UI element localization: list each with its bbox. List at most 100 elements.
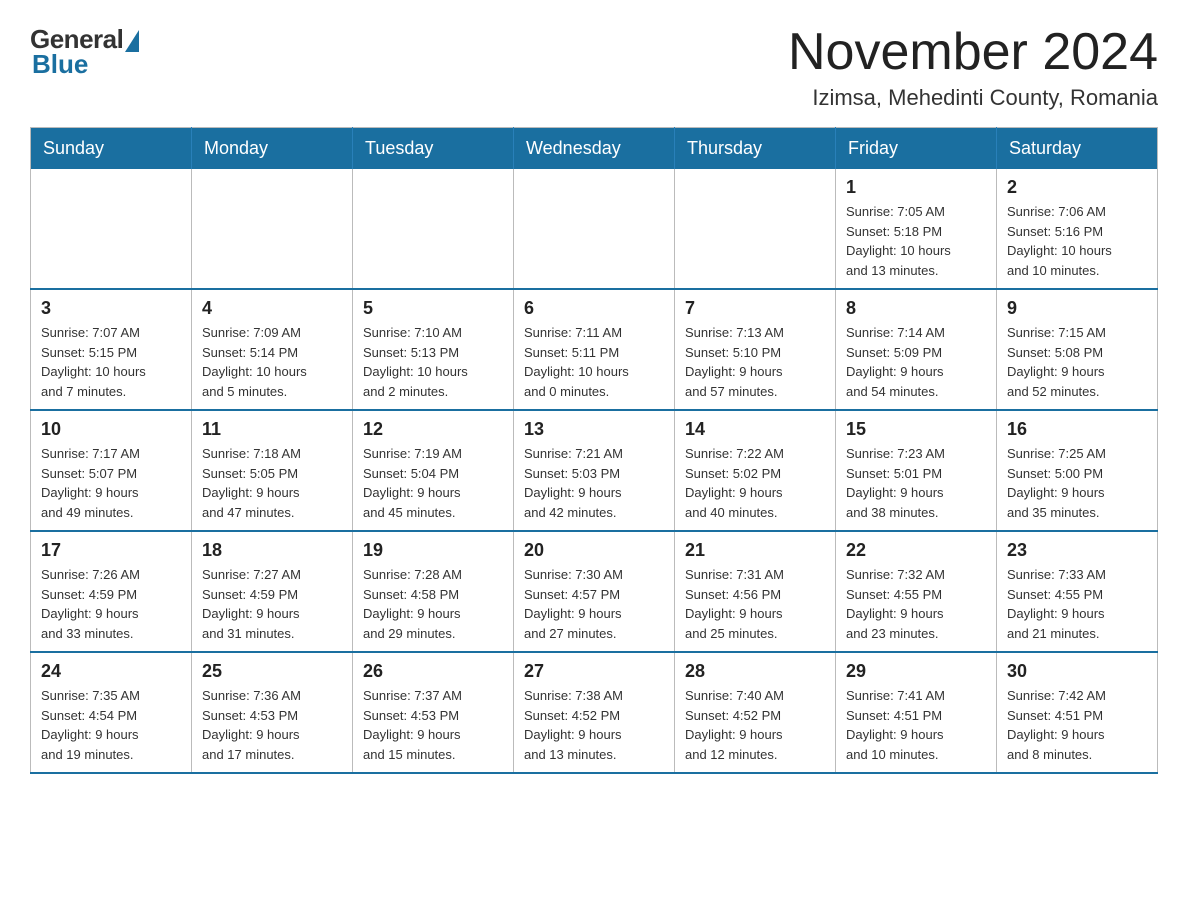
day-info: Sunrise: 7:19 AMSunset: 5:04 PMDaylight:… <box>363 444 503 522</box>
weekday-header-thursday: Thursday <box>675 128 836 170</box>
weekday-header-wednesday: Wednesday <box>514 128 675 170</box>
day-info: Sunrise: 7:31 AMSunset: 4:56 PMDaylight:… <box>685 565 825 643</box>
day-number: 30 <box>1007 661 1147 682</box>
day-number: 10 <box>41 419 181 440</box>
calendar-cell: 27 Sunrise: 7:38 AMSunset: 4:52 PMDayligh… <box>514 652 675 773</box>
calendar-cell: 18Sunrise: 7:27 AMSunset: 4:59 PMDayligh… <box>192 531 353 652</box>
day-number: 1 <box>846 177 986 198</box>
day-number: 15 <box>846 419 986 440</box>
day-info: Sunrise: 7:22 AMSunset: 5:02 PMDaylight:… <box>685 444 825 522</box>
calendar-cell: 11Sunrise: 7:18 AMSunset: 5:05 PMDayligh… <box>192 410 353 531</box>
day-number: 28 <box>685 661 825 682</box>
day-number: 22 <box>846 540 986 561</box>
day-number: 20 <box>524 540 664 561</box>
title-area: November 2024 Izimsa, Mehedinti County, … <box>788 24 1158 111</box>
calendar-cell: 17 Sunrise: 7:26 AMSunset: 4:59 PMDayligh… <box>31 531 192 652</box>
day-info: Sunrise: 7:13 AMSunset: 5:10 PMDaylight:… <box>685 323 825 401</box>
calendar-cell: 22 Sunrise: 7:32 AMSunset: 4:55 PMDayligh… <box>836 531 997 652</box>
calendar-cell: 13 Sunrise: 7:21 AMSunset: 5:03 PMDayligh… <box>514 410 675 531</box>
day-number: 12 <box>363 419 503 440</box>
calendar-cell: 4 Sunrise: 7:09 AMSunset: 5:14 PMDaylight… <box>192 289 353 410</box>
day-info: Sunrise: 7:25 AMSunset: 5:00 PMDaylight:… <box>1007 444 1147 522</box>
calendar-cell: 30 Sunrise: 7:42 AMSunset: 4:51 PMDayligh… <box>997 652 1158 773</box>
page-header: General Blue November 2024 Izimsa, Mehed… <box>30 24 1158 111</box>
day-number: 13 <box>524 419 664 440</box>
day-number: 3 <box>41 298 181 319</box>
calendar-week-1: 1Sunrise: 7:05 AMSunset: 5:18 PMDaylight… <box>31 169 1158 289</box>
day-info: Sunrise: 7:38 AMSunset: 4:52 PMDaylight:… <box>524 686 664 764</box>
day-info: Sunrise: 7:15 AMSunset: 5:08 PMDaylight:… <box>1007 323 1147 401</box>
day-info: Sunrise: 7:41 AMSunset: 4:51 PMDaylight:… <box>846 686 986 764</box>
day-number: 23 <box>1007 540 1147 561</box>
calendar-cell: 7 Sunrise: 7:13 AMSunset: 5:10 PMDaylight… <box>675 289 836 410</box>
calendar-cell: 23 Sunrise: 7:33 AMSunset: 4:55 PMDayligh… <box>997 531 1158 652</box>
day-number: 4 <box>202 298 342 319</box>
day-number: 11 <box>202 419 342 440</box>
day-info: Sunrise: 7:40 AMSunset: 4:52 PMDaylight:… <box>685 686 825 764</box>
day-info: Sunrise: 7:17 AMSunset: 5:07 PMDaylight:… <box>41 444 181 522</box>
calendar-cell: 21 Sunrise: 7:31 AMSunset: 4:56 PMDayligh… <box>675 531 836 652</box>
calendar-cell: 9Sunrise: 7:15 AMSunset: 5:08 PMDaylight… <box>997 289 1158 410</box>
day-info: Sunrise: 7:32 AMSunset: 4:55 PMDaylight:… <box>846 565 986 643</box>
calendar-week-2: 3 Sunrise: 7:07 AMSunset: 5:15 PMDaylight… <box>31 289 1158 410</box>
logo: General Blue <box>30 24 139 80</box>
calendar-table: SundayMondayTuesdayWednesdayThursdayFrid… <box>30 127 1158 774</box>
month-title: November 2024 <box>788 24 1158 81</box>
calendar-cell: 20 Sunrise: 7:30 AMSunset: 4:57 PMDayligh… <box>514 531 675 652</box>
day-number: 26 <box>363 661 503 682</box>
weekday-header-friday: Friday <box>836 128 997 170</box>
day-info: Sunrise: 7:10 AMSunset: 5:13 PMDaylight:… <box>363 323 503 401</box>
calendar-week-3: 10 Sunrise: 7:17 AMSunset: 5:07 PMDayligh… <box>31 410 1158 531</box>
day-info: Sunrise: 7:37 AMSunset: 4:53 PMDaylight:… <box>363 686 503 764</box>
weekday-header-tuesday: Tuesday <box>353 128 514 170</box>
calendar-cell: 10 Sunrise: 7:17 AMSunset: 5:07 PMDayligh… <box>31 410 192 531</box>
day-info: Sunrise: 7:42 AMSunset: 4:51 PMDaylight:… <box>1007 686 1147 764</box>
calendar-cell: 5Sunrise: 7:10 AMSunset: 5:13 PMDaylight… <box>353 289 514 410</box>
day-number: 17 <box>41 540 181 561</box>
calendar-week-4: 17 Sunrise: 7:26 AMSunset: 4:59 PMDayligh… <box>31 531 1158 652</box>
weekday-header-saturday: Saturday <box>997 128 1158 170</box>
day-info: Sunrise: 7:14 AMSunset: 5:09 PMDaylight:… <box>846 323 986 401</box>
calendar-cell: 14 Sunrise: 7:22 AMSunset: 5:02 PMDayligh… <box>675 410 836 531</box>
day-number: 16 <box>1007 419 1147 440</box>
day-info: Sunrise: 7:09 AMSunset: 5:14 PMDaylight:… <box>202 323 342 401</box>
calendar-cell: 24 Sunrise: 7:35 AMSunset: 4:54 PMDayligh… <box>31 652 192 773</box>
day-info: Sunrise: 7:27 AMSunset: 4:59 PMDaylight:… <box>202 565 342 643</box>
day-info: Sunrise: 7:06 AMSunset: 5:16 PMDaylight:… <box>1007 202 1147 280</box>
calendar-cell: 2 Sunrise: 7:06 AMSunset: 5:16 PMDaylight… <box>997 169 1158 289</box>
day-info: Sunrise: 7:23 AMSunset: 5:01 PMDaylight:… <box>846 444 986 522</box>
calendar-cell <box>353 169 514 289</box>
day-info: Sunrise: 7:21 AMSunset: 5:03 PMDaylight:… <box>524 444 664 522</box>
weekday-header-monday: Monday <box>192 128 353 170</box>
day-number: 19 <box>363 540 503 561</box>
day-number: 6 <box>524 298 664 319</box>
day-info: Sunrise: 7:35 AMSunset: 4:54 PMDaylight:… <box>41 686 181 764</box>
calendar-cell: 29Sunrise: 7:41 AMSunset: 4:51 PMDayligh… <box>836 652 997 773</box>
calendar-cell: 8Sunrise: 7:14 AMSunset: 5:09 PMDaylight… <box>836 289 997 410</box>
day-info: Sunrise: 7:11 AMSunset: 5:11 PMDaylight:… <box>524 323 664 401</box>
calendar-cell <box>31 169 192 289</box>
day-info: Sunrise: 7:28 AMSunset: 4:58 PMDaylight:… <box>363 565 503 643</box>
logo-blue-text: Blue <box>32 49 88 80</box>
day-number: 24 <box>41 661 181 682</box>
calendar-cell: 3 Sunrise: 7:07 AMSunset: 5:15 PMDaylight… <box>31 289 192 410</box>
day-number: 2 <box>1007 177 1147 198</box>
day-number: 7 <box>685 298 825 319</box>
calendar-cell <box>514 169 675 289</box>
calendar-cell: 6 Sunrise: 7:11 AMSunset: 5:11 PMDaylight… <box>514 289 675 410</box>
day-number: 27 <box>524 661 664 682</box>
calendar-cell: 15 Sunrise: 7:23 AMSunset: 5:01 PMDayligh… <box>836 410 997 531</box>
calendar-cell: 28 Sunrise: 7:40 AMSunset: 4:52 PMDayligh… <box>675 652 836 773</box>
day-info: Sunrise: 7:26 AMSunset: 4:59 PMDaylight:… <box>41 565 181 643</box>
calendar-cell <box>675 169 836 289</box>
day-info: Sunrise: 7:30 AMSunset: 4:57 PMDaylight:… <box>524 565 664 643</box>
day-number: 14 <box>685 419 825 440</box>
day-info: Sunrise: 7:33 AMSunset: 4:55 PMDaylight:… <box>1007 565 1147 643</box>
weekday-header-sunday: Sunday <box>31 128 192 170</box>
weekday-header-row: SundayMondayTuesdayWednesdayThursdayFrid… <box>31 128 1158 170</box>
day-number: 21 <box>685 540 825 561</box>
calendar-cell: 12 Sunrise: 7:19 AMSunset: 5:04 PMDayligh… <box>353 410 514 531</box>
calendar-cell: 16 Sunrise: 7:25 AMSunset: 5:00 PMDayligh… <box>997 410 1158 531</box>
day-number: 25 <box>202 661 342 682</box>
day-info: Sunrise: 7:07 AMSunset: 5:15 PMDaylight:… <box>41 323 181 401</box>
